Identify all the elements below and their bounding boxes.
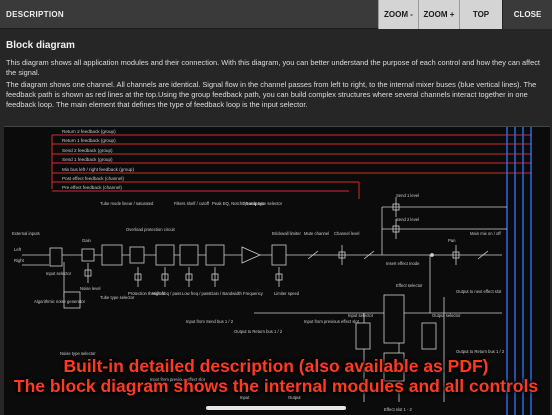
top-toolbar: DESCRIPTION ZOOM - ZOOM + TOP CLOSE bbox=[0, 0, 552, 29]
label-limiter-speed: Limiter speed bbox=[274, 291, 300, 296]
protection-box bbox=[129, 246, 145, 264]
tube-box bbox=[101, 244, 123, 266]
fb-label-send1: Send 1 feedback (group) bbox=[62, 157, 113, 162]
label-bandwidth: Gain / Bandwidth Frequency bbox=[210, 291, 264, 296]
label-input-selector2: Input selector bbox=[348, 313, 374, 318]
peak-eq-box bbox=[205, 244, 225, 266]
label-mute: Mute channel bbox=[304, 231, 329, 236]
label-send2: Send 2 level bbox=[396, 217, 419, 222]
label-input-from-send: Input from Send bus 1 / 2 bbox=[186, 319, 234, 324]
feedback-labels: Return 2 feedback (group) Return 1 feedb… bbox=[62, 129, 134, 190]
label-tube-mode: Tube mode linear / saturated bbox=[100, 201, 154, 206]
gain-box bbox=[81, 248, 95, 262]
caption-line-1: Built-in detailed description (also avai… bbox=[63, 356, 489, 376]
section-heading: Block diagram bbox=[6, 40, 75, 51]
label-low-pass: Low freq / pass bbox=[182, 291, 210, 296]
highpass-box bbox=[155, 244, 175, 266]
label-left: Left bbox=[14, 247, 22, 252]
label-right: Right bbox=[14, 258, 25, 263]
effect-slot-box bbox=[383, 294, 405, 344]
label-algorithmic: Algorithmic noise generator bbox=[34, 299, 86, 304]
brickwall-box bbox=[271, 244, 287, 266]
opamp-triangle-icon bbox=[241, 246, 261, 264]
home-indicator[interactable] bbox=[206, 406, 346, 410]
fb-label-return1: Return 1 feedback (group) bbox=[62, 138, 116, 143]
label-overload: Overload protection circuit bbox=[126, 227, 175, 232]
signal-flow-paragraph: The diagram shows one channel. All chann… bbox=[6, 80, 537, 109]
top-button[interactable]: TOP bbox=[459, 0, 502, 29]
label-output-to-return2: Output to Return bus 1 / 2 bbox=[456, 349, 505, 354]
label-output-selector: Output selector bbox=[432, 313, 461, 318]
label-high-pass: High freq / pass bbox=[152, 291, 181, 296]
fb-label-mixbus: Mix bus left / right feedback (group) bbox=[62, 167, 134, 172]
fb-label-pre-effect: Pre effect feedback (channel) bbox=[62, 185, 122, 190]
page-title: DESCRIPTION bbox=[6, 10, 64, 19]
label-input-selector: Input selector bbox=[46, 271, 72, 276]
label-effect-slot: Effect slot 1 - 2 bbox=[384, 407, 413, 412]
label-gain: Gain bbox=[82, 238, 92, 243]
label-insert-effect: Insert effect mode bbox=[386, 261, 420, 266]
zoom-out-button[interactable]: ZOOM - bbox=[378, 0, 418, 29]
zoom-in-button[interactable]: ZOOM + bbox=[418, 0, 459, 29]
fb-label-return2: Return 2 feedback (group) bbox=[62, 129, 116, 134]
label-pan: Pan bbox=[448, 238, 456, 243]
label-filters: Filters shelf / cutoff bbox=[174, 201, 210, 206]
label-send1: Send 1 level bbox=[396, 193, 419, 198]
fb-label-send2: Send 2 feedback (group) bbox=[62, 148, 113, 153]
effect-output-selector-box bbox=[421, 322, 437, 350]
label-brickwall: Brickwall limiter bbox=[272, 231, 301, 236]
caption-line-2: The block diagram shows the internal mod… bbox=[13, 376, 539, 396]
label-input-from-prev: Input from previous effect slot bbox=[304, 319, 360, 324]
label-external-inputs: External inputs bbox=[12, 231, 40, 236]
effect-input-selector-box bbox=[355, 322, 371, 350]
fb-label-post-effect: Post effect feedback (channel) bbox=[62, 176, 124, 181]
label-channel-level: Channel level bbox=[334, 231, 359, 236]
close-button[interactable]: CLOSE bbox=[502, 0, 552, 29]
label-opamp: Op-amp type selector bbox=[242, 201, 283, 206]
label-noise-level: Noise level bbox=[80, 286, 101, 291]
label-output-to-next: Output to next effect slot bbox=[456, 289, 502, 294]
input-selector-box bbox=[49, 247, 63, 267]
label-main-mix: Main mix on / off bbox=[470, 231, 501, 236]
fader-symbols bbox=[84, 197, 460, 287]
intro-paragraph: This diagram shows all application modul… bbox=[6, 58, 540, 77]
label-effect-selector: Effect selector bbox=[396, 283, 423, 288]
lowpass-box bbox=[179, 244, 199, 266]
label-output-to-return: Output to Return bus 1 / 2 bbox=[234, 329, 283, 334]
